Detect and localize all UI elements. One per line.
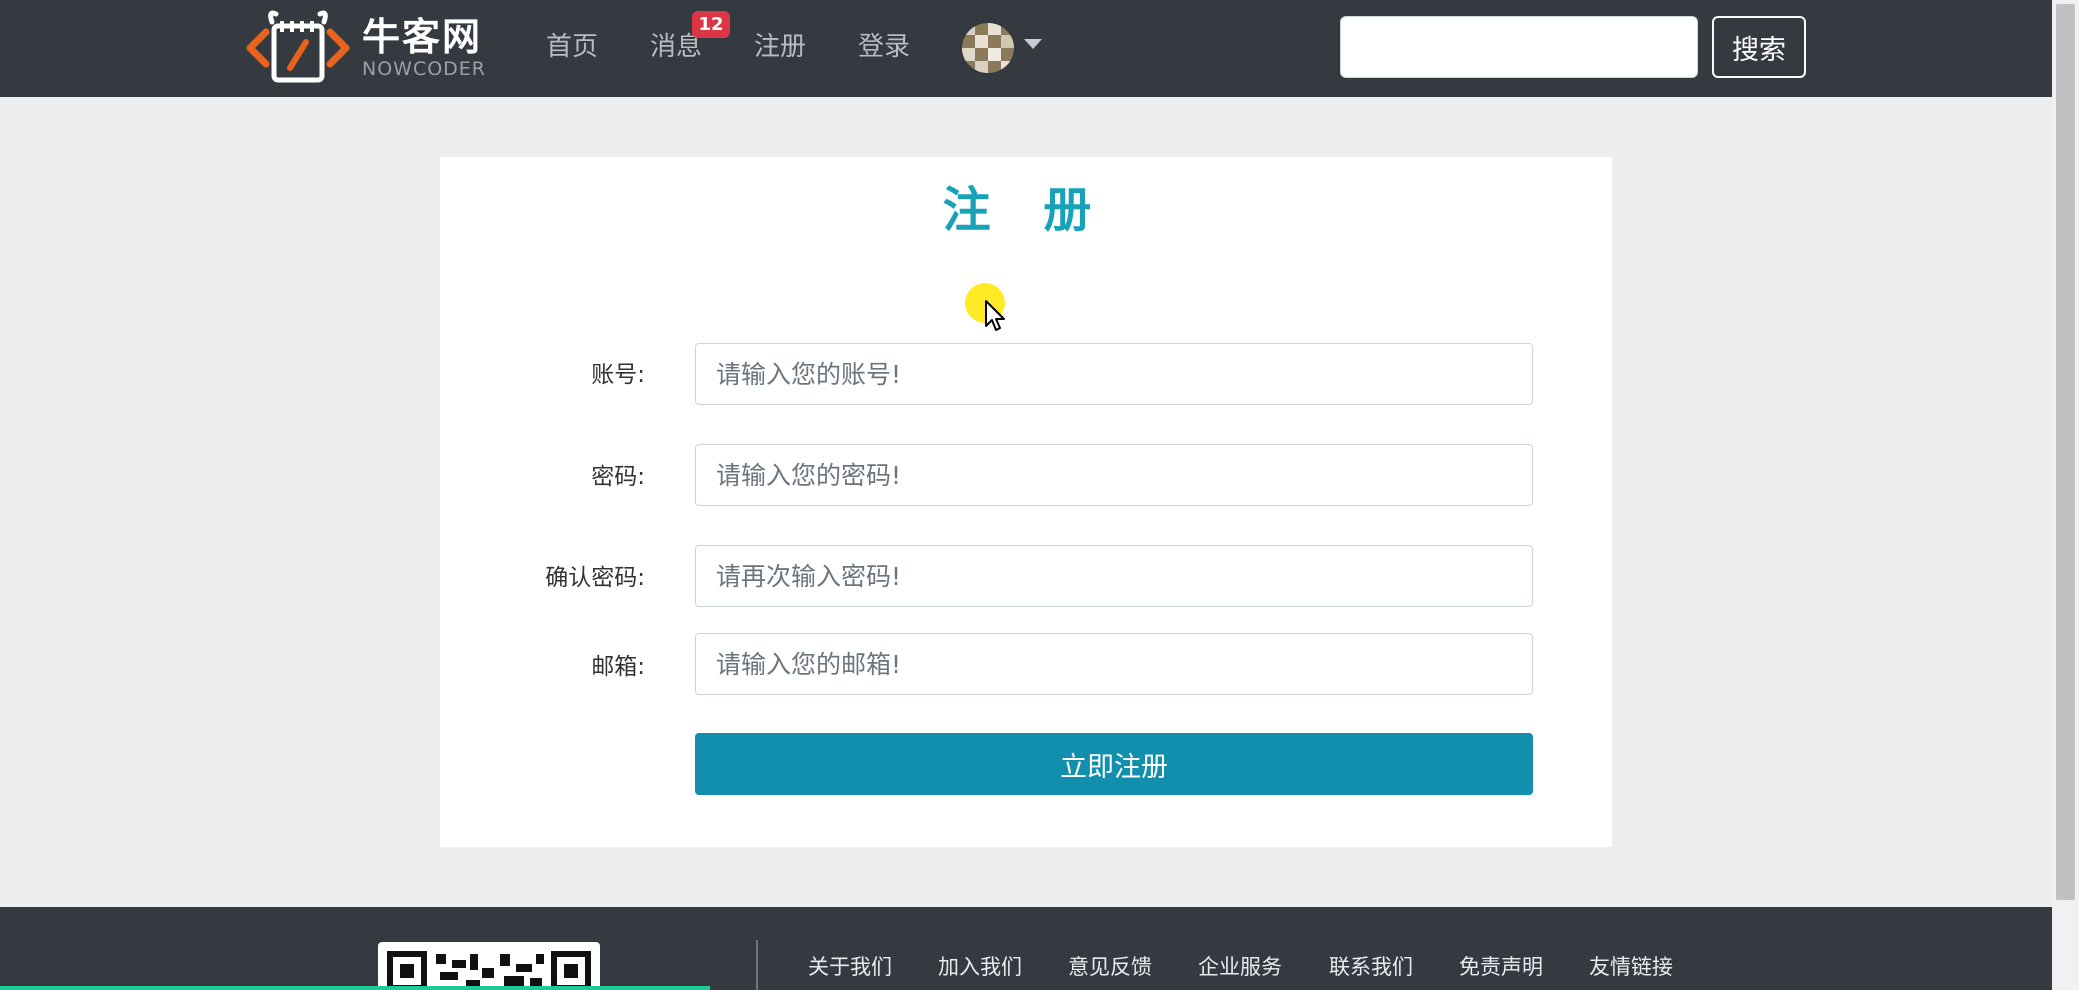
nav-login-link[interactable]: 登录 xyxy=(858,28,910,66)
search-button[interactable]: 搜索 xyxy=(1712,16,1806,78)
footer-link-join[interactable]: 加入我们 xyxy=(938,950,1022,984)
page-title: 注 册 xyxy=(942,182,1110,238)
qr-code-icon xyxy=(378,942,600,990)
user-avatar[interactable] xyxy=(962,23,1014,73)
footer-link-disclaimer[interactable]: 免责声明 xyxy=(1459,950,1543,984)
footer-link-enterprise[interactable]: 企业服务 xyxy=(1198,950,1282,984)
footer-link-feedback[interactable]: 意见反馈 xyxy=(1068,950,1152,984)
footer-link-contact[interactable]: 联系我们 xyxy=(1329,950,1413,984)
footer-divider xyxy=(756,940,758,990)
password-label: 密码: xyxy=(591,464,645,490)
confirm-password-label: 确认密码: xyxy=(545,565,645,591)
scrollbar-thumb[interactable] xyxy=(2056,4,2075,900)
account-label: 账号: xyxy=(591,362,645,388)
mouse-pointer-icon xyxy=(984,299,1006,333)
email-label: 邮箱: xyxy=(591,654,645,680)
search-input[interactable] xyxy=(1340,16,1698,78)
nav-home-link[interactable]: 首页 xyxy=(546,28,598,66)
nav-register-link[interactable]: 注册 xyxy=(754,28,806,66)
nowcoder-logo-icon xyxy=(244,10,352,86)
user-dropdown-caret-icon[interactable] xyxy=(1024,39,1042,49)
site-logo[interactable]: 牛客网 NOWCODER xyxy=(244,10,487,86)
confirm-password-input[interactable] xyxy=(695,545,1533,607)
footer-link-about[interactable]: 关于我们 xyxy=(808,950,892,984)
account-input[interactable] xyxy=(695,343,1533,405)
message-count-badge: 12 xyxy=(692,11,730,38)
logo-title: 牛客网 xyxy=(362,15,483,59)
register-submit-button[interactable]: 立即注册 xyxy=(695,733,1533,795)
progress-strip xyxy=(0,986,710,990)
logo-subtitle: NOWCODER xyxy=(362,58,487,80)
email-input[interactable] xyxy=(695,633,1533,695)
footer-link-friends[interactable]: 友情链接 xyxy=(1589,950,1673,984)
password-input[interactable] xyxy=(695,444,1533,506)
site-footer xyxy=(0,907,2052,990)
